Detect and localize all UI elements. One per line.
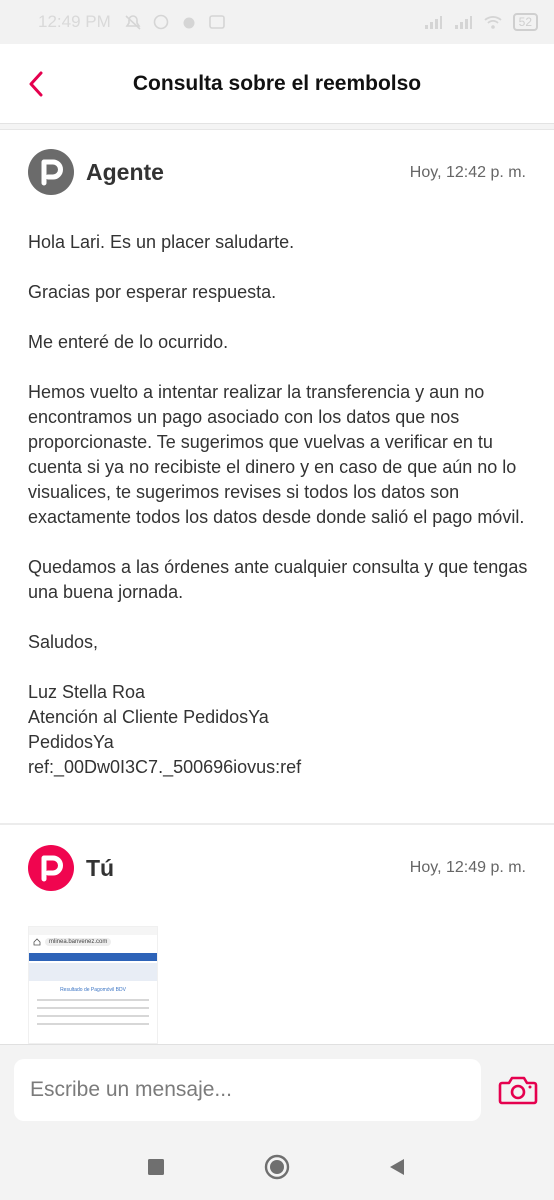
agent-message: Agente Hoy, 12:42 p. m. Hola Lari. Es un… [0, 131, 554, 823]
attachment-subheader [29, 963, 157, 981]
agent-avatar [28, 149, 74, 195]
status-right-icons: 52 [423, 13, 538, 31]
signature-line: PedidosYa [28, 732, 114, 752]
message-paragraph: Gracias por esperar respuesta. [28, 282, 277, 302]
attachment-line [37, 1007, 149, 1009]
recents-button[interactable] [143, 1154, 169, 1180]
back-arrow-icon [29, 71, 43, 97]
mute-icon [125, 15, 141, 30]
camera-button[interactable] [498, 1075, 538, 1109]
attachment-line [37, 999, 149, 1001]
message-paragraph: Quedamos a las órdenes ante cualquier co… [28, 557, 528, 602]
signature-line: ref:_00Dw0I3C7._500696iovus:ref [28, 757, 302, 777]
home-circle-icon [264, 1154, 290, 1180]
pedidosya-logo-icon [41, 159, 63, 186]
agent-message-header: Agente [28, 149, 164, 195]
user-message-time: Hoy, 12:49 p. m. [409, 859, 526, 876]
message-input[interactable] [14, 1059, 481, 1121]
app-icon [183, 17, 195, 29]
attachment-url-text: mlinea.banvenez.com [45, 938, 112, 946]
message-paragraph: Hola Lari. Es un placer saludarte. [28, 232, 295, 252]
agent-message-time: Hoy, 12:42 p. m. [409, 164, 526, 181]
square-nav-icon [148, 1159, 164, 1175]
message-paragraph: Hemos vuelto a intentar realizar la tran… [28, 382, 525, 527]
status-bar: 12:49 PM 52 [0, 0, 554, 44]
message-paragraph: Saludos, [28, 632, 99, 652]
agent-sender-name: Agente [86, 158, 164, 185]
user-message-header: Tú [28, 845, 114, 891]
nfc-icon [208, 15, 225, 29]
back-button[interactable] [18, 66, 54, 102]
attachment-urlbar: mlinea.banvenez.com [29, 935, 157, 949]
page-title: Consulta sobre el reembolso [132, 71, 422, 95]
pedidosya-logo-icon [41, 855, 63, 882]
home-button[interactable] [264, 1154, 290, 1180]
battery-indicator: 52 [512, 13, 538, 31]
camera-icon [498, 1076, 538, 1105]
image-attachment[interactable]: mlinea.banvenez.com Resultado de Pagomóv… [28, 926, 158, 1044]
status-time: 12:49 PM [38, 12, 111, 31]
user-sender-name: Tú [86, 854, 115, 881]
header-separator [0, 124, 554, 130]
user-avatar [28, 845, 74, 891]
home-icon [33, 938, 41, 946]
system-back-button[interactable] [384, 1154, 410, 1180]
attachment-line [37, 1023, 149, 1025]
attachment-statusbar [29, 927, 157, 935]
message-paragraph: Me enteré de lo ocurrido. [28, 332, 229, 352]
notification-icons [123, 14, 227, 30]
signature-line: Luz Stella Roa [28, 682, 146, 702]
agent-message-body: Hola Lari. Es un placer saludarte. Graci… [28, 230, 528, 780]
message-composer [0, 1044, 554, 1134]
signature-line: Atención al Cliente PedidosYa [28, 707, 269, 727]
system-nav-bar [0, 1134, 554, 1200]
signal-icon [424, 16, 442, 29]
whatsapp-icon [153, 14, 169, 30]
back-triangle-icon [390, 1159, 404, 1175]
wifi-icon [484, 16, 502, 29]
attachment-line [37, 1015, 149, 1017]
attachment-navbar [29, 953, 157, 961]
signal-icon-2 [454, 16, 472, 29]
top-app-bar: Consulta sobre el reembolso [0, 44, 554, 124]
attachment-caption: Resultado de Pagomóvil BDV [60, 987, 126, 993]
